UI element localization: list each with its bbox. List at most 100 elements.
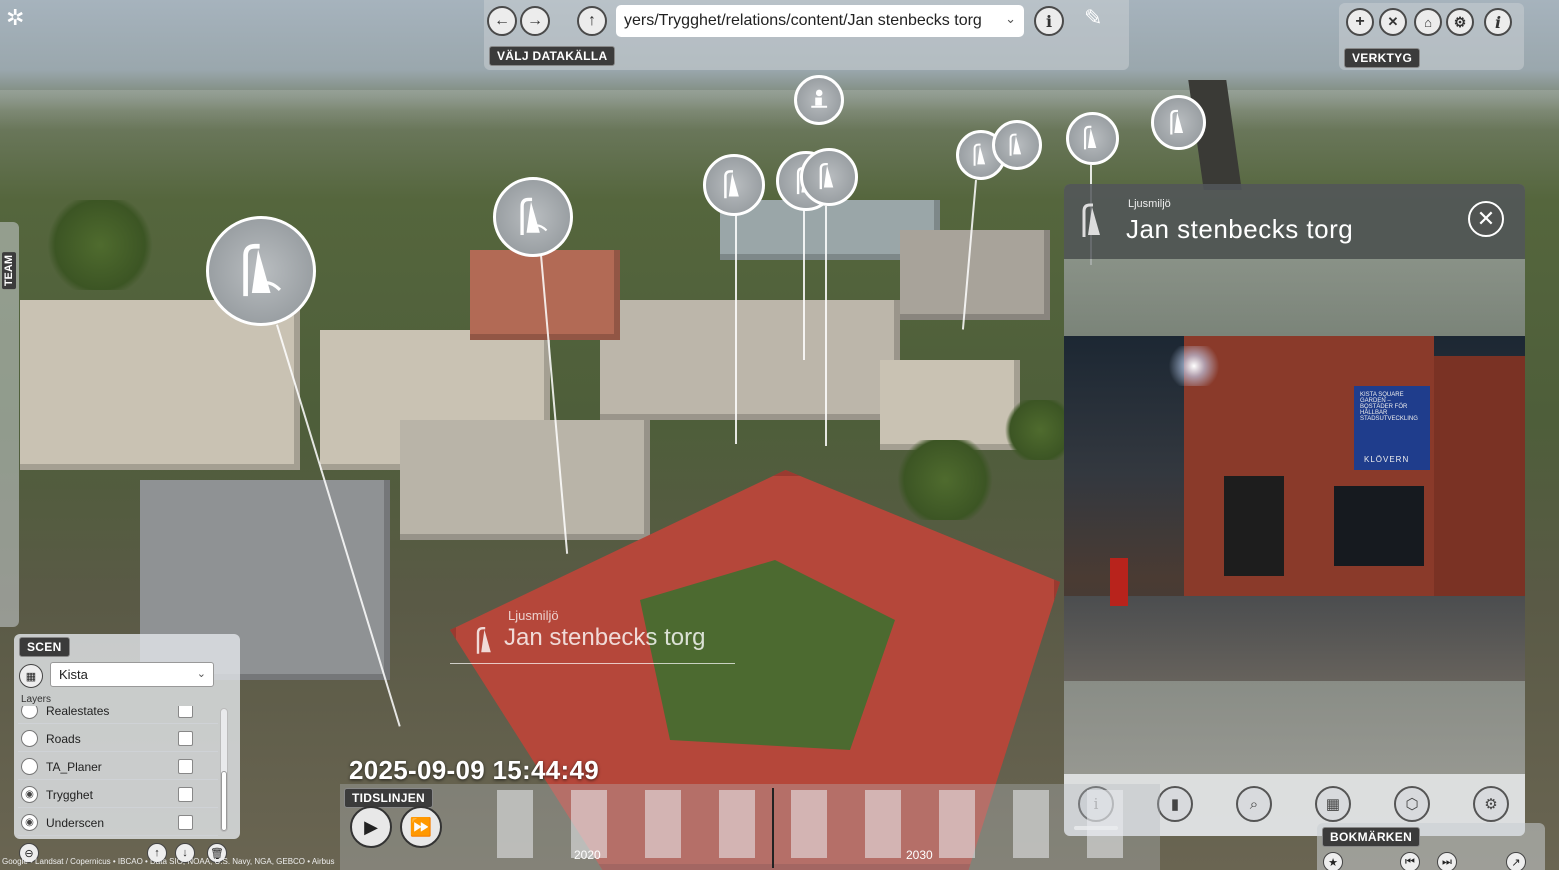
layer-row[interactable]: ◉ Trygghet bbox=[18, 782, 218, 808]
timeline-bar[interactable] bbox=[791, 790, 827, 858]
top-toolbar: ← → ↑ yers/Trygghet/relations/content/Ja… bbox=[484, 0, 1129, 70]
info-panel: Ljusmiljö Jan stenbecks torg ✕ KISTA SQU… bbox=[1064, 184, 1525, 836]
add-bookmark-button[interactable]: ★ bbox=[1323, 852, 1343, 870]
streetlight-glow bbox=[1164, 346, 1224, 386]
panel-aerial-strip bbox=[1064, 259, 1525, 336]
lamp-pin[interactable] bbox=[1151, 95, 1206, 150]
play-icon: ▶ bbox=[364, 816, 378, 837]
layers-scrollbar[interactable] bbox=[220, 708, 228, 832]
arrow-right-icon: → bbox=[527, 12, 543, 29]
collapse-button[interactable]: ✕ bbox=[1379, 8, 1407, 36]
path-value: yers/Trygghet/relations/content/Jan sten… bbox=[624, 12, 982, 29]
share-button[interactable]: ↗ bbox=[1506, 852, 1526, 870]
layer-row[interactable]: Roads bbox=[18, 726, 218, 752]
timeline-cursor[interactable] bbox=[772, 788, 774, 868]
add-button[interactable]: + bbox=[1346, 8, 1374, 36]
skip-back-icon: ⏮ bbox=[1405, 855, 1415, 868]
horizon-haze bbox=[0, 90, 1559, 130]
timeline-tag[interactable]: TIDSLINJEN bbox=[344, 788, 434, 808]
bookmarks-tag[interactable]: BOKMÄRKEN bbox=[1322, 827, 1421, 847]
scrollbar-thumb[interactable] bbox=[221, 771, 227, 831]
scene-button[interactable]: ▦ bbox=[19, 664, 43, 688]
layer-checkbox[interactable] bbox=[178, 787, 193, 802]
previous-bookmark-button[interactable]: ⏮ bbox=[1400, 852, 1420, 870]
visibility-radio[interactable]: ◉ bbox=[21, 786, 38, 803]
timeline-bar[interactable] bbox=[939, 790, 975, 858]
play-button[interactable]: ▶ bbox=[350, 806, 392, 848]
scene-tag[interactable]: SCEN bbox=[19, 637, 70, 657]
tools-panel: + ✕ ⌂ ⚙ i VERKTYG bbox=[1339, 3, 1524, 70]
team-label: TEAM bbox=[2, 252, 16, 290]
scene-icon: ▦ bbox=[25, 670, 37, 683]
info-button[interactable]: i bbox=[1484, 8, 1512, 36]
app-logo-icon[interactable]: ✲ bbox=[6, 6, 30, 30]
street-lamp-icon bbox=[724, 170, 740, 199]
layer-checkbox[interactable] bbox=[178, 706, 193, 718]
settings-tab-button[interactable]: ⚙ bbox=[1473, 786, 1509, 822]
timeline-bar[interactable] bbox=[1087, 790, 1123, 858]
chevron-down-icon: ⌄ bbox=[1005, 11, 1016, 26]
lamp-pin[interactable] bbox=[1066, 112, 1119, 165]
scene-feature-label[interactable]: Ljusmiljö Jan stenbecks torg bbox=[450, 604, 735, 664]
timeline-bar[interactable] bbox=[865, 790, 901, 858]
gear-icon: ⚙ bbox=[1484, 796, 1498, 813]
feature-photo[interactable]: KISTA SQUARE GARDEN – BOSTÄDER FÖR HÅLLB… bbox=[1064, 336, 1525, 681]
layer-name: TA_Planer bbox=[46, 760, 102, 774]
layers-list[interactable]: Realestates Roads TA_Planer ◉ Trygghet ◉… bbox=[14, 706, 219, 836]
star-icon: ★ bbox=[1328, 856, 1338, 869]
feather-icon: ✎ bbox=[1084, 5, 1103, 30]
layers-label: Layers bbox=[21, 694, 52, 705]
timeline-panel[interactable]: TIDSLINJEN ▶ ⏩ 2020 2030 bbox=[340, 784, 1160, 870]
visibility-radio[interactable] bbox=[21, 730, 38, 747]
timeline-bar[interactable] bbox=[719, 790, 755, 858]
back-button[interactable]: ← bbox=[487, 6, 517, 36]
chat-search-tab-button[interactable]: ⌕ bbox=[1236, 786, 1272, 822]
feather-button[interactable]: ✎ bbox=[1084, 5, 1112, 35]
gear-icon: ⚙ bbox=[1453, 13, 1467, 30]
timeline-bar[interactable] bbox=[497, 790, 533, 858]
layer-checkbox[interactable] bbox=[178, 731, 193, 746]
lamp-pin[interactable] bbox=[800, 148, 858, 206]
share-icon: ↗ bbox=[1511, 856, 1521, 869]
billboard-text: KISTA SQUARE GARDEN – BOSTÄDER FÖR HÅLLB… bbox=[1360, 392, 1418, 422]
timeline-bar[interactable] bbox=[645, 790, 681, 858]
street-lamp-icon bbox=[1082, 203, 1100, 237]
timeline-bar[interactable] bbox=[1013, 790, 1049, 858]
person-desk-pin[interactable] bbox=[794, 75, 844, 125]
layer-row[interactable]: TA_Planer bbox=[18, 754, 218, 780]
cube-icon: ⬡ bbox=[1405, 796, 1419, 813]
lamp-pin[interactable] bbox=[206, 216, 316, 326]
info-button[interactable]: i bbox=[1034, 6, 1064, 36]
tools-tag[interactable]: VERKTYG bbox=[1344, 48, 1421, 68]
next-bookmark-button[interactable]: ⏭ bbox=[1437, 852, 1457, 870]
lamp-pin[interactable] bbox=[992, 120, 1042, 170]
layer-row[interactable]: Realestates bbox=[18, 706, 218, 724]
home-button[interactable]: ⌂ bbox=[1414, 8, 1442, 36]
datasource-tag[interactable]: VÄLJ DATAKÄLLA bbox=[489, 46, 616, 66]
scene-select-value: Kista bbox=[59, 667, 88, 682]
info-icon: i bbox=[1045, 11, 1053, 31]
forward-button[interactable]: → bbox=[520, 6, 550, 36]
team-tab[interactable]: TEAM bbox=[0, 222, 19, 627]
path-select[interactable]: yers/Trygghet/relations/content/Jan sten… bbox=[616, 5, 1024, 37]
close-button[interactable]: ✕ bbox=[1468, 201, 1504, 237]
street-lamp-icon bbox=[243, 243, 281, 296]
chart-tab-button[interactable]: ▮ bbox=[1157, 786, 1193, 822]
up-button[interactable]: ↑ bbox=[577, 6, 607, 36]
arrow-left-icon: ← bbox=[494, 12, 510, 29]
fast-forward-button[interactable]: ⏩ bbox=[400, 806, 442, 848]
settings-button[interactable]: ⚙ bbox=[1446, 8, 1474, 36]
lamp-pin[interactable] bbox=[703, 154, 765, 216]
scene-select[interactable]: Kista ⌄ bbox=[50, 662, 214, 687]
visibility-radio[interactable] bbox=[21, 706, 38, 719]
visibility-radio[interactable]: ◉ bbox=[21, 814, 38, 831]
layer-row[interactable]: ◉ Underscen bbox=[18, 810, 218, 836]
calendar-tab-button[interactable]: ▦ bbox=[1315, 786, 1351, 822]
visibility-radio[interactable] bbox=[21, 758, 38, 775]
lamp-pin[interactable] bbox=[493, 177, 573, 257]
info-icon: i bbox=[1494, 12, 1502, 32]
overlay-title: Jan stenbecks torg bbox=[504, 624, 706, 651]
model-tab-button[interactable]: ⬡ bbox=[1394, 786, 1430, 822]
layer-checkbox[interactable] bbox=[178, 815, 193, 830]
layer-checkbox[interactable] bbox=[178, 759, 193, 774]
